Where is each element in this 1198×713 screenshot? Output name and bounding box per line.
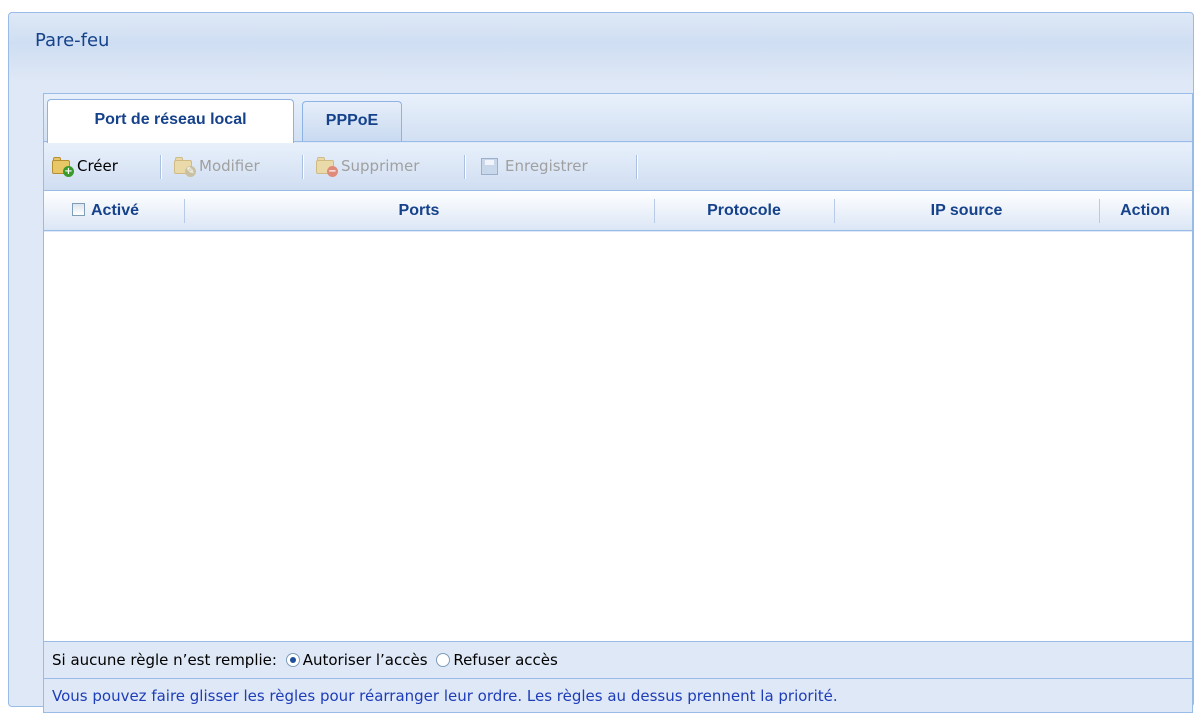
edit-icon: ✎ [174,157,196,177]
toolbar-separator [636,155,638,179]
panel-title: Pare-feu [35,30,110,51]
create-button-label: Créer [77,157,118,175]
drag-hint-text: Vous pouvez faire glisser les règles pou… [44,678,1192,712]
default-rule-label: Si aucune règle n’est remplie: [52,651,277,669]
modify-button[interactable]: ✎ Modifier [174,151,260,181]
column-header-action[interactable]: Action [1099,191,1191,231]
column-header-source-ip[interactable]: IP source [834,191,1099,231]
create-button[interactable]: + Créer [52,151,118,181]
rules-grid-body[interactable] [44,232,1192,642]
toolbar-separator [464,155,466,179]
tab-pppoe[interactable]: PPPoE [302,101,402,141]
default-rule-row: Si aucune règle n’est remplie: Autoriser… [44,643,1192,677]
delete-button-label: Supprimer [341,157,420,175]
firewall-tab-panel: Port de réseau local PPPoE + Créer ✎ Mod… [43,93,1193,713]
column-header-enabled-label: Activé [91,202,140,219]
column-header-enabled[interactable]: Activé [72,191,139,231]
save-button-label: Enregistrer [505,157,588,175]
column-header-protocol[interactable]: Protocole [654,191,834,231]
tab-local-network-port[interactable]: Port de réseau local [47,99,294,143]
tab-strip: Port de réseau local PPPoE [44,94,1192,143]
toolbar: + Créer ✎ Modifier − Supprimer Enregistr… [44,143,1192,191]
save-button[interactable]: Enregistrer [480,151,588,181]
folder-delete-icon: − [316,157,338,177]
save-icon [480,157,500,175]
toolbar-separator [302,155,304,179]
deny-access-label[interactable]: Refuser accès [453,651,557,669]
modify-button-label: Modifier [199,157,260,175]
allow-access-radio[interactable] [285,653,300,667]
select-all-checkbox[interactable] [72,203,85,216]
grid-header: Activé Ports Protocole IP source Action [44,191,1192,231]
firewall-panel: Pare-feu Port de réseau local PPPoE + Cr… [8,12,1194,713]
deny-access-radio[interactable] [436,653,451,667]
column-header-ports[interactable]: Ports [184,191,654,231]
toolbar-separator [160,155,162,179]
allow-access-label[interactable]: Autoriser l’accès [303,651,428,669]
delete-button[interactable]: − Supprimer [316,151,419,181]
folder-add-icon: + [52,157,74,177]
